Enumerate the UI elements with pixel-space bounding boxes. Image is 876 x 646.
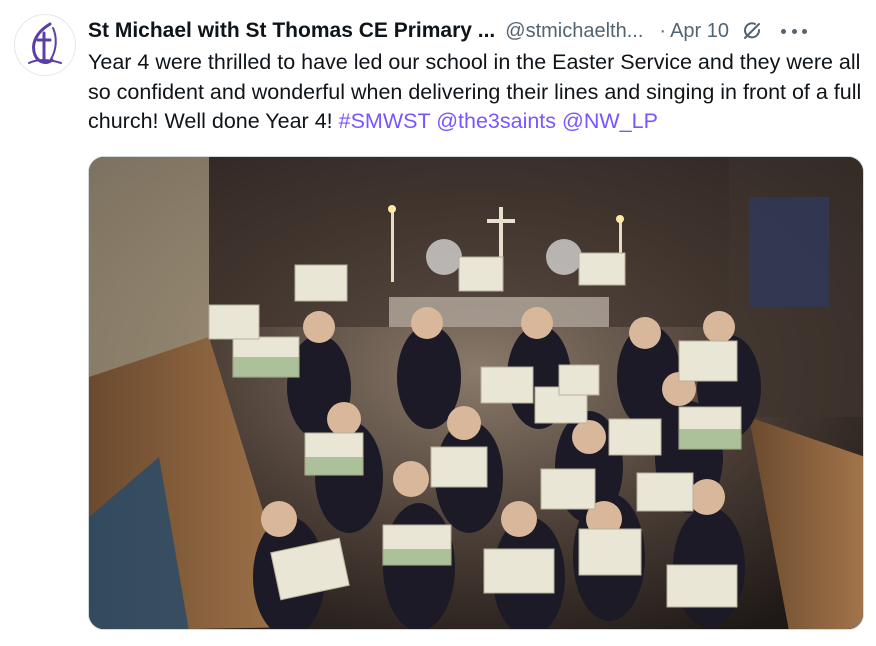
school-cross-logo-icon xyxy=(28,22,62,64)
tweet-header: St Michael with St Thomas CE Primary ...… xyxy=(88,16,862,46)
mention-link-nw-lp[interactable]: @NW_LP xyxy=(562,109,658,133)
tweet[interactable]: St Michael with St Thomas CE Primary ...… xyxy=(0,0,876,646)
tweet-text: Year 4 were thrilled to have led our sch… xyxy=(88,48,864,137)
timestamp[interactable]: Apr 10 xyxy=(670,20,729,43)
avatar[interactable] xyxy=(14,14,76,76)
display-name[interactable]: St Michael with St Thomas CE Primary ... xyxy=(88,19,495,43)
photo-illustration xyxy=(89,157,863,629)
tweet-photo[interactable] xyxy=(88,156,864,630)
grok-icon[interactable] xyxy=(741,20,763,42)
hashtag-link[interactable]: #SMWST xyxy=(339,109,431,133)
mention-link-the3saints[interactable]: @the3saints xyxy=(436,109,556,133)
user-handle[interactable]: @stmichaelth... xyxy=(505,20,643,43)
more-icon[interactable] xyxy=(781,20,807,42)
separator-dot: · xyxy=(659,19,667,42)
